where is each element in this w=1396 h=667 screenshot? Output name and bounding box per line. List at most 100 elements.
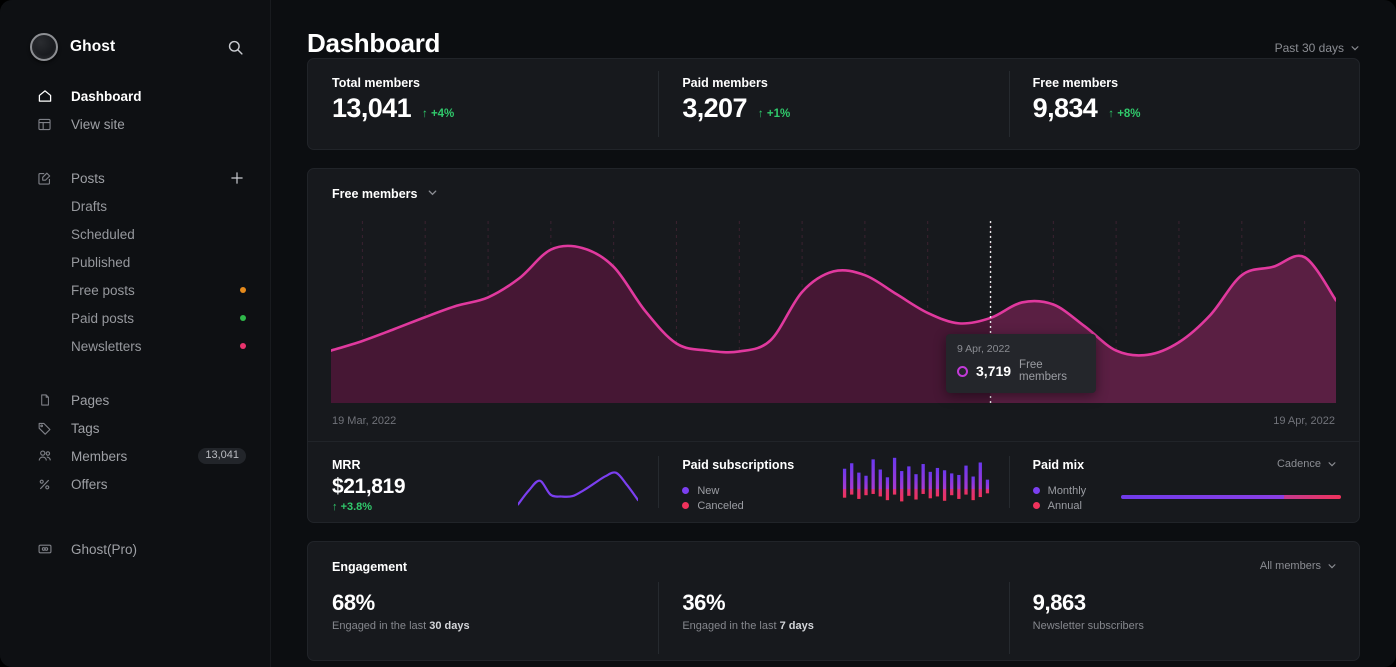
date-range-selector[interactable]: Past 30 days	[1275, 41, 1360, 55]
kpi-paid-members[interactable]: Paid members 3,207 ↑ +1%	[658, 59, 1008, 149]
mrr-panel[interactable]: MRR $21,819 ↑ +3.8%	[308, 442, 658, 522]
sidebar: Ghost Dashboard	[0, 0, 271, 667]
home-icon	[36, 88, 53, 105]
edit-square-icon	[36, 170, 53, 187]
tag-icon	[36, 420, 53, 437]
engagement-stat-7-days: 36% Engaged in the last 7 days	[658, 542, 1008, 660]
paid-mix-annual-segment	[1284, 495, 1341, 499]
sidebar-item-label: Ghost(Pro)	[71, 542, 137, 557]
sidebar-item-label: Pages	[71, 393, 109, 408]
kpi-total-members[interactable]: Total members 13,041 ↑ +4%	[308, 59, 658, 149]
sidebar-item-label: Dashboard	[71, 89, 142, 104]
sidebar-item-label: Free posts	[71, 283, 135, 298]
page-title: Dashboard	[307, 28, 440, 59]
billing-card-icon	[36, 541, 53, 558]
status-dot	[240, 343, 246, 349]
kpi-delta: ↑ +4%	[422, 108, 454, 120]
search-icon[interactable]	[224, 36, 246, 58]
engagement-stat-newsletter-subscribers: 9,863 Newsletter subscribers	[1009, 542, 1359, 660]
brand-name: Ghost	[70, 38, 115, 56]
sidebar-item-label: View site	[71, 117, 125, 132]
sidebar-item-pages[interactable]: Pages	[0, 386, 270, 414]
chart-header: Free members	[308, 169, 1359, 203]
legend-dot	[1033, 502, 1040, 509]
legend-label: Monthly	[1048, 485, 1087, 497]
sidebar-item-label: Posts	[71, 171, 105, 186]
engagement-value: 36%	[682, 590, 1008, 616]
tooltip-value: 3,719	[976, 363, 1011, 379]
sidebar-item-label: Scheduled	[71, 227, 135, 242]
kpi-value: 3,207	[682, 93, 747, 124]
free-members-area-chart[interactable]	[331, 221, 1336, 403]
sidebar-item-label: Members	[71, 449, 127, 464]
cadence-selector[interactable]: Cadence	[1277, 458, 1337, 470]
ghost-logo-icon[interactable]	[30, 33, 58, 61]
kpi-summary-card: Total members 13,041 ↑ +4% Paid members …	[307, 58, 1360, 150]
chevron-down-icon[interactable]	[427, 185, 438, 203]
sidebar-item-label: Paid posts	[71, 311, 134, 326]
nav-spacer	[0, 138, 270, 164]
kpi-label: Paid members	[682, 76, 1008, 90]
kpi-label: Total members	[332, 76, 658, 90]
sidebar-item-label: Published	[71, 255, 130, 270]
chevron-down-icon	[1350, 43, 1360, 53]
chevron-down-icon	[1327, 459, 1337, 469]
legend-label: Annual	[1048, 500, 1082, 512]
free-members-chart-card: Free members 9 Apr, 2022 3,719 Free memb…	[307, 168, 1360, 523]
status-dot	[240, 287, 246, 293]
kpi-value: 13,041	[332, 93, 411, 124]
sidebar-item-paid-posts[interactable]: Paid posts	[0, 304, 270, 332]
nav-spacer	[0, 498, 270, 535]
plus-icon[interactable]	[228, 169, 246, 187]
kpi-free-members[interactable]: Free members 9,834 ↑ +8%	[1009, 59, 1359, 149]
paid-mix-panel[interactable]: Paid mix Cadence Monthly Annual	[1009, 442, 1359, 522]
free-members-chart-svg	[331, 221, 1336, 403]
kpi-delta: ↑ +1%	[758, 108, 790, 120]
legend-label: New	[697, 485, 719, 497]
sidebar-item-drafts[interactable]: Drafts	[0, 192, 270, 220]
legend-dot	[682, 502, 689, 509]
chart-axis-labels: 19 Mar, 2022 19 Apr, 2022	[332, 415, 1335, 427]
legend-label: Canceled	[697, 500, 743, 512]
mrr-sparkline	[518, 458, 638, 514]
pages-icon	[36, 392, 53, 409]
sidebar-item-label: Tags	[71, 421, 100, 436]
sidebar-item-label: Newsletters	[71, 339, 142, 354]
nav-spacer	[0, 360, 270, 386]
chart-tooltip: 9 Apr, 2022 3,719 Free members	[946, 334, 1096, 393]
engagement-caption: Engaged in the last 7 days	[682, 620, 1008, 632]
paid-subscriptions-panel[interactable]: Paid subscriptions New Canceled	[658, 442, 1008, 522]
page-header: Dashboard Past 30 days	[307, 0, 1360, 52]
sidebar-nav: Dashboard View site	[0, 82, 270, 563]
sidebar-item-tags[interactable]: Tags	[0, 414, 270, 442]
engagement-card: Engagement All members 68% Engaged in th…	[307, 541, 1360, 661]
main-content: Dashboard Past 30 days Total members 13,…	[271, 0, 1396, 667]
sidebar-item-scheduled[interactable]: Scheduled	[0, 220, 270, 248]
sidebar-item-dashboard[interactable]: Dashboard	[0, 82, 270, 110]
engagement-caption: Engaged in the last 30 days	[332, 620, 658, 632]
sidebar-brand: Ghost	[0, 0, 270, 64]
tooltip-marker-icon	[957, 366, 968, 377]
paid-mix-monthly-segment	[1121, 495, 1284, 499]
percent-icon	[36, 476, 53, 493]
sidebar-item-view-site[interactable]: View site	[0, 110, 270, 138]
sidebar-item-label: Offers	[71, 477, 108, 492]
legend-item-annual: Annual	[1033, 498, 1335, 513]
kpi-value: 9,834	[1033, 93, 1098, 124]
status-dot	[240, 315, 246, 321]
sidebar-item-newsletters[interactable]: Newsletters	[0, 332, 270, 360]
sidebar-item-free-posts[interactable]: Free posts	[0, 276, 270, 304]
kpi-label: Free members	[1033, 76, 1359, 90]
legend-dot	[1033, 487, 1040, 494]
sidebar-item-posts[interactable]: Posts	[0, 164, 270, 192]
legend-dot	[682, 487, 689, 494]
chart-card-footer-strip: MRR $21,819 ↑ +3.8% Paid subscriptions N…	[308, 441, 1359, 522]
axis-start-label: 19 Mar, 2022	[332, 415, 396, 427]
cadence-label: Cadence	[1277, 458, 1321, 470]
engagement-value: 9,863	[1033, 590, 1359, 616]
sidebar-item-published[interactable]: Published	[0, 248, 270, 276]
sidebar-item-offers[interactable]: Offers	[0, 470, 270, 498]
sidebar-item-label: Drafts	[71, 199, 107, 214]
sidebar-item-members[interactable]: Members 13,041	[0, 442, 270, 470]
sidebar-item-ghost-pro[interactable]: Ghost(Pro)	[0, 535, 270, 563]
